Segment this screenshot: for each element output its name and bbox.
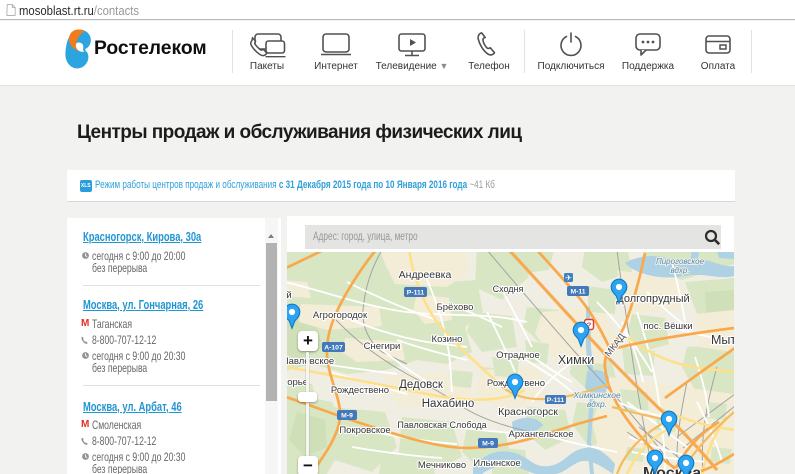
svg-text:Химки: Химки: [558, 353, 594, 367]
svg-text:Дедовск: Дедовск: [399, 379, 444, 391]
svg-text:Нахабино: Нахабино: [422, 398, 474, 410]
svg-text:пос. Вёшки: пос. Вёшки: [643, 321, 692, 332]
svg-text:Покровское: Покровское: [339, 425, 390, 436]
svg-text:Долгопрудный: Долгопрудный: [616, 293, 689, 305]
svg-text:М-11: М-11: [570, 289, 585, 296]
svg-text:вдхр.: вдхр.: [587, 399, 607, 409]
svg-text:Отрадное: Отрадное: [496, 350, 540, 361]
svg-text:Андреевка: Андреевка: [399, 269, 452, 281]
svg-text:горье: горье: [287, 377, 308, 388]
svg-text:Брёхово: Брёхово: [437, 302, 474, 313]
svg-text:Павловская Слобода: Павловская Слобода: [397, 420, 486, 430]
svg-text:А-107: А-107: [324, 345, 343, 352]
svg-text:Снегири: Снегири: [364, 341, 401, 352]
svg-text:Красногорск: Красногорск: [498, 406, 558, 418]
svg-text:Козино: Козино: [432, 334, 463, 345]
svg-text:Мытищи: Мытищи: [711, 333, 734, 347]
svg-text:Р-111: Р-111: [547, 397, 565, 404]
svg-text:Рождествено: Рождествено: [331, 385, 389, 396]
svg-text:Сходня: Сходня: [493, 284, 524, 294]
svg-text:вдхр.: вдхр.: [670, 266, 689, 275]
svg-text:М-9: М-9: [482, 441, 494, 448]
svg-text:Ильинское: Ильинское: [473, 458, 520, 469]
svg-text:Пироговское: Пироговское: [656, 257, 705, 266]
svg-text:Агрогородок: Агрогородок: [313, 310, 368, 321]
svg-text:Р-111: Р-111: [407, 290, 425, 297]
svg-text:Павловское: Павловское: [287, 356, 334, 367]
svg-text:Мечниково: Мечниково: [418, 460, 466, 471]
svg-text:М-9: М-9: [341, 413, 353, 420]
svg-text:Архангельское: Архангельское: [509, 429, 574, 440]
svg-text:й: й: [287, 290, 292, 301]
svg-text:✈: ✈: [565, 274, 572, 283]
